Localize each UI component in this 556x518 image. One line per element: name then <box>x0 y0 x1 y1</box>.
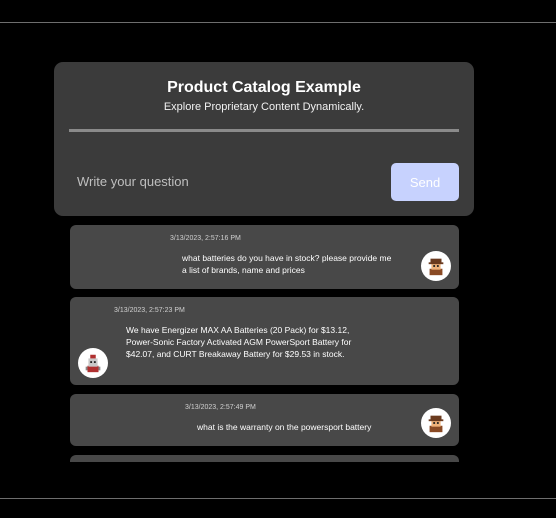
message-timestamp: 3/13/2023, 2:57:16 PM <box>170 235 241 242</box>
message-text: what is the warranty on the powersport b… <box>197 422 372 432</box>
question-card: Product Catalog Example Explore Propriet… <box>54 62 474 216</box>
card-divider <box>69 129 459 132</box>
page-title: Product Catalog Example <box>167 79 361 96</box>
message-timestamp: 3/13/2023, 2:57:23 PM <box>114 307 185 314</box>
user-avatar-icon <box>421 408 451 438</box>
chat-history[interactable]: 3/13/2023, 2:57:16 PM what batteries do … <box>70 225 460 462</box>
send-button[interactable]: Send <box>391 163 459 201</box>
user-avatar-icon <box>421 251 451 281</box>
question-input[interactable] <box>69 162 385 200</box>
message-timestamp: 3/13/2023, 2:57:49 PM <box>185 404 256 411</box>
chat-message-bot: 3/13/2023, 2:57:23 PM We have Energizer … <box>70 297 459 385</box>
bot-avatar-icon <box>78 348 108 378</box>
chat-message-partial <box>70 455 459 462</box>
bottom-divider-line <box>0 498 556 499</box>
chat-message-user: 3/13/2023, 2:57:49 PM what is the warran… <box>70 394 459 446</box>
top-divider-line <box>0 22 556 23</box>
chat-message-user: 3/13/2023, 2:57:16 PM what batteries do … <box>70 225 459 289</box>
message-text: what batteries do you have in stock? ple… <box>182 253 392 275</box>
page-subtitle: Explore Proprietary Content Dynamically. <box>163 101 365 113</box>
message-text: We have Energizer MAX AA Batteries (20 P… <box>126 325 352 359</box>
